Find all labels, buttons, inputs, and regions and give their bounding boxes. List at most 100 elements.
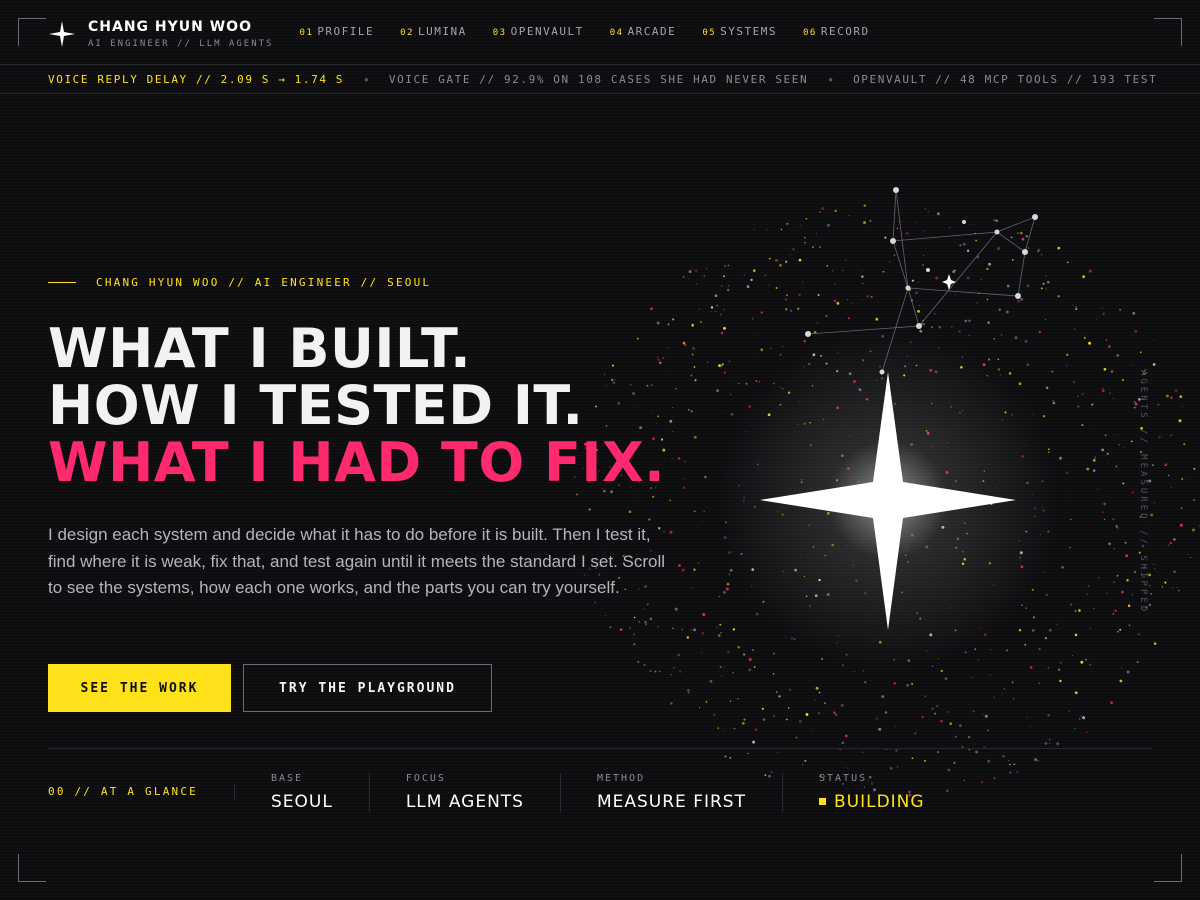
dust-particle: [1048, 738, 1051, 741]
dust-particle: [1152, 363, 1156, 366]
headline-line-1: WHAT I BUILT.: [48, 317, 472, 380]
dust-particle: [1005, 649, 1009, 652]
dust-particle: [958, 330, 961, 333]
dust-particle: [1110, 370, 1114, 373]
dust-particle: [728, 573, 730, 575]
dust-particle: [1043, 572, 1044, 574]
dust-particle: [882, 270, 885, 273]
dust-particle: [993, 219, 996, 222]
dust-particle: [693, 568, 696, 571]
dust-particle: [785, 718, 788, 721]
dust-particle: [643, 663, 646, 667]
dust-particle: [727, 650, 730, 654]
dust-particle: [1173, 538, 1176, 541]
dust-particle: [758, 381, 761, 383]
dust-particle: [895, 244, 898, 246]
nav-item-lumina[interactable]: 02 LUMINA: [400, 25, 467, 38]
dust-particle: [1086, 467, 1090, 471]
dust-particle: [688, 270, 692, 274]
dust-particle: [1089, 628, 1091, 630]
dust-particle: [1025, 607, 1028, 609]
dust-particle: [1134, 329, 1138, 333]
dust-particle: [1078, 609, 1081, 612]
dust-particle: [1139, 351, 1142, 354]
dust-particle: [944, 677, 948, 680]
dust-particle: [1170, 486, 1172, 488]
nav-item-openvault[interactable]: 03 OPENVAULT: [493, 25, 584, 38]
dust-particle: [1109, 392, 1111, 394]
dust-particle: [924, 208, 927, 210]
nav-item-arcade[interactable]: 04 ARCADE: [610, 25, 677, 38]
dust-particle: [1056, 742, 1060, 746]
dust-particle: [679, 670, 682, 673]
see-the-work-button[interactable]: SEE THE WORK: [48, 664, 231, 712]
dust-particle: [687, 691, 690, 694]
dust-particle: [768, 257, 771, 260]
dust-particle: [1170, 396, 1173, 400]
dust-particle: [1018, 628, 1022, 632]
dust-particle: [1117, 630, 1120, 633]
brand[interactable]: CHANG HYUN WOO AI ENGINEER // LLM AGENTS: [48, 19, 273, 49]
dust-particle: [816, 232, 817, 234]
dust-particle: [628, 510, 632, 514]
dust-particle: [940, 669, 943, 672]
dust-particle: [1011, 681, 1014, 684]
dust-particle: [1113, 548, 1116, 550]
dust-particle: [669, 499, 671, 502]
dust-particle: [1074, 633, 1078, 637]
dust-particle: [670, 674, 672, 676]
dust-particle: [723, 666, 725, 668]
dust-particle: [1057, 295, 1060, 298]
try-playground-button[interactable]: TRY THE PLAYGROUND: [243, 664, 492, 712]
dust-particle: [918, 304, 921, 307]
dust-particle: [875, 716, 878, 720]
dust-particle: [681, 628, 684, 631]
dust-particle: [1026, 284, 1030, 288]
dust-particle: [669, 374, 671, 376]
dust-particle: [726, 582, 730, 586]
dust-particle: [1094, 425, 1096, 427]
dust-particle: [1116, 354, 1119, 357]
ticker-item: VOICE GATE // 92.9% ON 108 CASES SHE HAD…: [388, 72, 809, 86]
dust-particle: [736, 697, 739, 700]
dust-particle: [629, 627, 631, 629]
dust-particle: [1101, 307, 1103, 310]
dust-particle: [933, 313, 936, 315]
stat-key: STATUS: [818, 772, 868, 784]
dust-particle: [768, 284, 771, 287]
dust-particle: [684, 460, 686, 463]
dust-particle: [971, 676, 974, 679]
dust-particle: [1085, 659, 1087, 661]
dust-particle: [814, 699, 816, 701]
dust-particle: [972, 710, 975, 713]
dust-particle: [720, 367, 722, 369]
dust-particle: [727, 264, 730, 267]
dust-particle: [710, 311, 713, 313]
dust-particle: [1059, 679, 1062, 683]
nav-item-profile[interactable]: 01 PROFILE: [299, 25, 374, 38]
nav-item-record[interactable]: 06 RECORD: [803, 25, 870, 38]
dust-particle: [682, 341, 686, 345]
dust-particle: [673, 666, 675, 669]
dust-particle: [687, 278, 689, 280]
dust-particle: [1153, 501, 1155, 504]
dust-particle: [897, 766, 899, 768]
dust-particle: [588, 508, 591, 511]
dust-particle: [1130, 440, 1133, 443]
dust-particle: [951, 326, 953, 328]
dust-particle: [1088, 341, 1092, 345]
dust-particle: [1123, 447, 1125, 449]
dust-particle: [692, 323, 694, 325]
ticker-separator: ●: [364, 74, 369, 84]
dust-particle: [875, 317, 879, 321]
dust-particle: [743, 718, 746, 721]
dust-particle: [1128, 624, 1131, 627]
dust-particle: [997, 368, 1000, 371]
dust-particle: [677, 653, 681, 657]
dust-particle: [1038, 330, 1041, 334]
dust-particle: [1065, 471, 1069, 475]
nav-item-systems[interactable]: 05 SYSTEMS: [702, 25, 777, 38]
dust-particle: [1068, 710, 1070, 712]
dust-particle: [989, 674, 991, 676]
status-indicator-icon: [818, 798, 826, 805]
